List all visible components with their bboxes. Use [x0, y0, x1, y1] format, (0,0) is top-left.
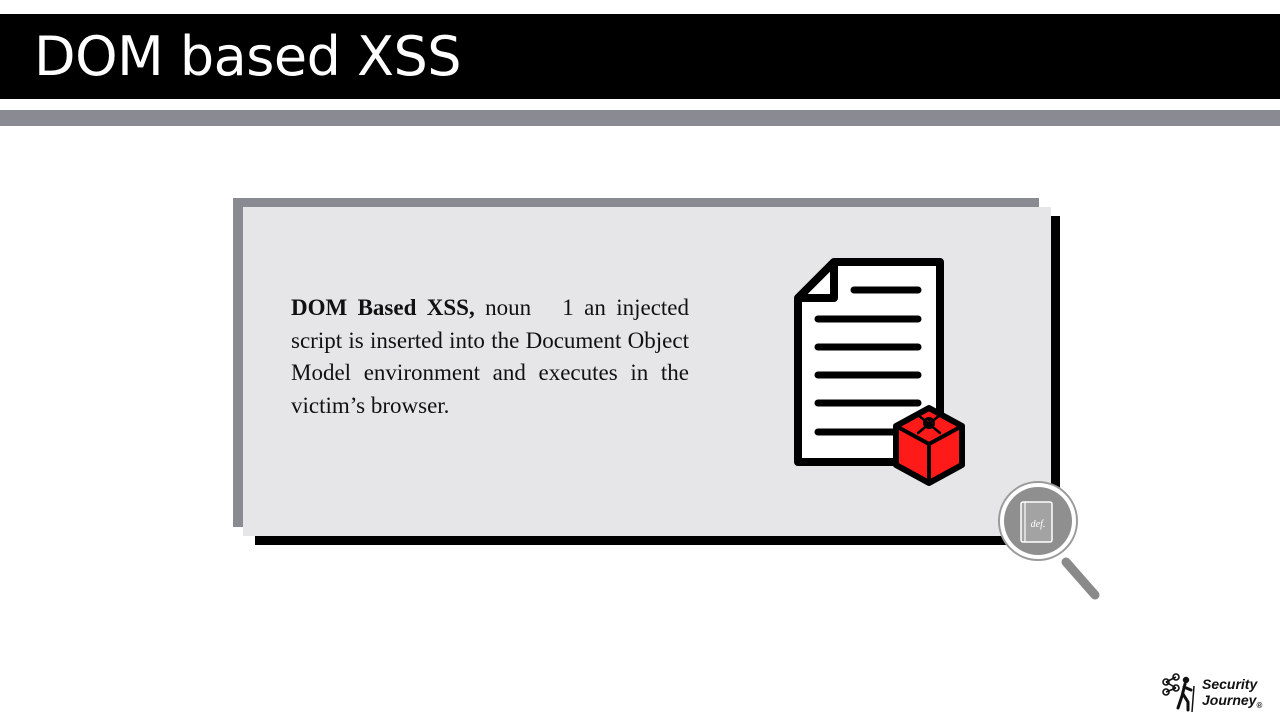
slide-title: DOM based XSS [34, 25, 462, 88]
document-icon [794, 258, 965, 486]
registered-mark: ® [1256, 701, 1263, 710]
brand-wordmark: Security Journey® [1202, 676, 1262, 714]
definition-part-of-speech: noun [485, 295, 532, 320]
definition-term: DOM Based XSS, [291, 295, 475, 320]
title-bar: DOM based XSS [0, 14, 1280, 99]
brand-line-1: Security [1202, 676, 1258, 692]
title-underline [0, 110, 1280, 126]
skull-crossbones-cube-icon [893, 405, 965, 486]
slide: DOM based XSS DOM Based XSS, noun 1 an i… [0, 0, 1280, 720]
definition-sense-number: 1 [562, 295, 574, 320]
brand-line-2-text: Journey [1202, 692, 1257, 708]
magnifying-glass-icon: def. [998, 481, 1100, 600]
magnifier-label: def. [1031, 519, 1046, 530]
brand-line-2: Journey® [1202, 692, 1262, 714]
definition-text: DOM Based XSS, noun 1 an injected script… [291, 292, 689, 422]
